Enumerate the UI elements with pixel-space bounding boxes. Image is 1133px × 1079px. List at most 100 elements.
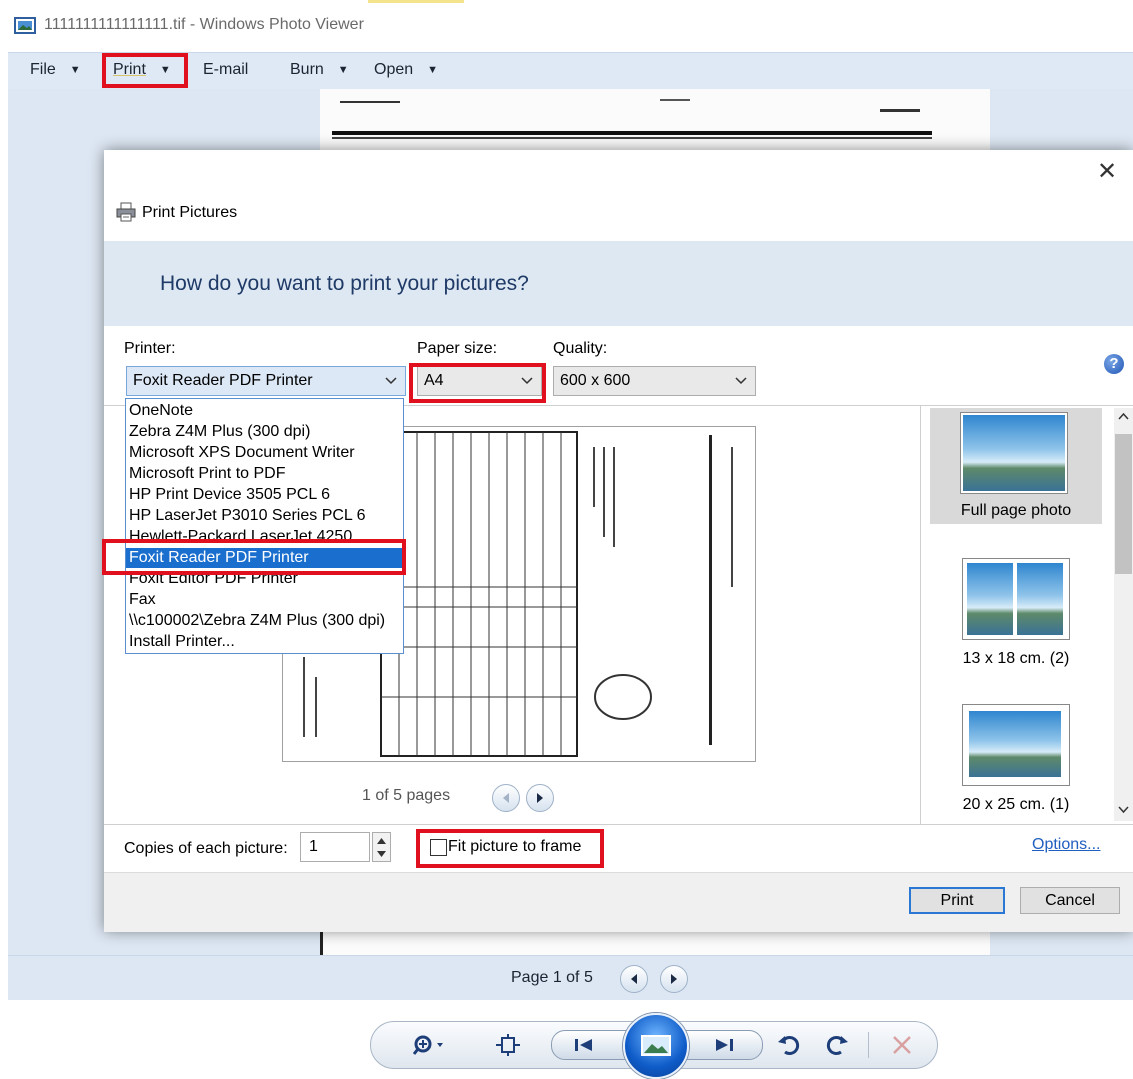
fit-picture-label[interactable]: Fit picture to frame [448, 838, 581, 856]
layout-label: 20 x 25 cm. (1) [962, 796, 1070, 813]
printer-option[interactable]: HP LaserJet P3010 Series PCL 6 [129, 506, 366, 526]
printer-option[interactable]: Fax [129, 590, 156, 610]
chevron-down-icon [1118, 806, 1129, 814]
printer-option[interactable]: Zebra Z4M Plus (300 dpi) [129, 422, 310, 442]
copies-stepper[interactable] [372, 832, 391, 862]
quality-dropdown[interactable]: 600 x 600 [553, 366, 756, 396]
landscape-image [1017, 563, 1063, 635]
printer-option[interactable]: Foxit Editor PDF Printer [129, 569, 298, 589]
chevron-down-icon: ▼ [427, 64, 439, 76]
right-arrow-icon [537, 793, 543, 803]
left-arrow-icon [631, 974, 637, 984]
quality-label: Quality: [553, 340, 608, 357]
landscape-image [967, 563, 1013, 635]
scrollbar-thumb[interactable] [1115, 434, 1132, 574]
page-indicator: Page 1 of 5 [511, 969, 593, 986]
menu-print-label: Print [113, 61, 146, 78]
layout-label: 13 x 18 cm. (2) [962, 650, 1070, 667]
layout-13x18[interactable]: 13 x 18 cm. (2) [930, 558, 1102, 674]
menu-email[interactable]: E-mail [203, 53, 248, 89]
paper-size-value: A4 [424, 372, 444, 389]
menu-print[interactable]: Print ▼ [113, 53, 171, 89]
chevron-up-icon [1118, 412, 1129, 420]
status-bar: Page 1 of 5 [8, 955, 1133, 1000]
rotate-clockwise-icon[interactable] [825, 1033, 849, 1057]
menu-open[interactable]: Open ▼ [374, 53, 438, 89]
actual-size-icon[interactable] [495, 1034, 521, 1056]
print-button[interactable]: Print [909, 887, 1005, 914]
fit-picture-checkbox[interactable] [430, 839, 447, 856]
quality-value: 600 x 600 [560, 372, 631, 389]
stepper-up-icon[interactable] [377, 838, 386, 844]
options-link[interactable]: Options... [1032, 836, 1100, 854]
delete-icon[interactable] [891, 1034, 913, 1056]
copies-input[interactable]: 1 [300, 832, 370, 862]
menu-open-label: Open [374, 61, 414, 78]
status-previous-page-button[interactable] [620, 965, 648, 993]
photo-viewer-app-icon [14, 17, 36, 34]
close-icon[interactable]: ✕ [1095, 160, 1119, 184]
printer-option[interactable]: Hewlett-Packard LaserJet 4250 [129, 527, 352, 547]
menu-burn-label: Burn [290, 61, 324, 78]
chevron-down-icon [735, 377, 747, 385]
title-accent [368, 0, 464, 3]
printer-option[interactable]: Microsoft XPS Document Writer [129, 443, 355, 463]
layout-thumbnail [962, 704, 1070, 786]
menu-email-label: E-mail [203, 61, 249, 78]
layout-full-page-photo[interactable]: Full page photo [930, 408, 1102, 524]
printer-dropdown-list: OneNote Zebra Z4M Plus (300 dpi) Microso… [125, 398, 404, 654]
printer-dropdown[interactable]: Foxit Reader PDF Printer [126, 366, 406, 396]
title-bar: 1111111111111111.tif - Windows Photo Vie… [0, 0, 1133, 52]
chevron-down-icon: ▼ [159, 64, 171, 76]
copies-label: Copies of each picture: [124, 840, 288, 857]
printer-dropdown-value: Foxit Reader PDF Printer [133, 372, 313, 389]
chevron-down-icon: ▼ [69, 64, 81, 76]
layout-20x25[interactable]: 20 x 25 cm. (1) [930, 704, 1102, 820]
printer-option-selected[interactable]: Foxit Reader PDF Printer [126, 548, 403, 568]
playback-controls [370, 1013, 938, 1079]
landscape-image [963, 415, 1065, 491]
right-arrow-icon [671, 974, 677, 984]
menu-burn[interactable]: Burn ▼ [290, 53, 349, 89]
menu-file-label: File [30, 61, 56, 78]
paper-size-label: Paper size: [417, 340, 498, 357]
left-arrow-icon [503, 793, 509, 803]
slideshow-icon [641, 1035, 671, 1056]
slideshow-button[interactable] [623, 1013, 689, 1079]
rotate-counterclockwise-icon[interactable] [777, 1033, 801, 1057]
layout-label: Full page photo [960, 502, 1072, 519]
divider [104, 824, 1133, 825]
controls-divider [868, 1032, 869, 1058]
paper-size-dropdown[interactable]: A4 [417, 366, 542, 396]
help-icon[interactable]: ? [1104, 354, 1124, 374]
dialog-question: How do you want to print your pictures? [160, 272, 529, 295]
printer-option[interactable]: Install Printer... [129, 632, 235, 652]
printer-icon [116, 202, 136, 222]
chevron-down-icon [521, 377, 533, 385]
dialog-title: Print Pictures [142, 204, 238, 221]
cancel-button[interactable]: Cancel [1020, 887, 1120, 914]
next-button[interactable] [681, 1030, 763, 1060]
layout-thumbnail [962, 558, 1070, 640]
chevron-down-icon [385, 377, 397, 385]
printer-option[interactable]: HP Print Device 3505 PCL 6 [129, 485, 330, 505]
zoom-icon[interactable] [413, 1034, 453, 1058]
printer-option[interactable]: OneNote [129, 401, 193, 421]
menu-bar: File ▼ Print ▼ E-mail Burn ▼ Open ▼ [8, 52, 1133, 90]
window-title: 1111111111111111.tif - Windows Photo Vie… [44, 16, 364, 33]
previous-icon [575, 1039, 592, 1051]
menu-file[interactable]: File ▼ [30, 53, 81, 89]
stepper-down-icon[interactable] [377, 851, 386, 857]
status-next-page-button[interactable] [660, 965, 688, 993]
preview-page-count: 1 of 5 pages [362, 787, 451, 804]
printer-option[interactable]: Microsoft Print to PDF [129, 464, 285, 484]
preview-next-button[interactable] [526, 784, 554, 812]
printer-option[interactable]: \\c100002\Zebra Z4M Plus (300 dpi) [129, 611, 385, 631]
preview-previous-button[interactable] [492, 784, 520, 812]
layout-thumbnail [960, 412, 1068, 494]
chevron-down-icon: ▼ [337, 64, 349, 76]
next-icon [716, 1039, 733, 1051]
previous-button[interactable] [551, 1030, 633, 1060]
printer-label: Printer: [124, 340, 176, 357]
landscape-image [969, 711, 1061, 777]
